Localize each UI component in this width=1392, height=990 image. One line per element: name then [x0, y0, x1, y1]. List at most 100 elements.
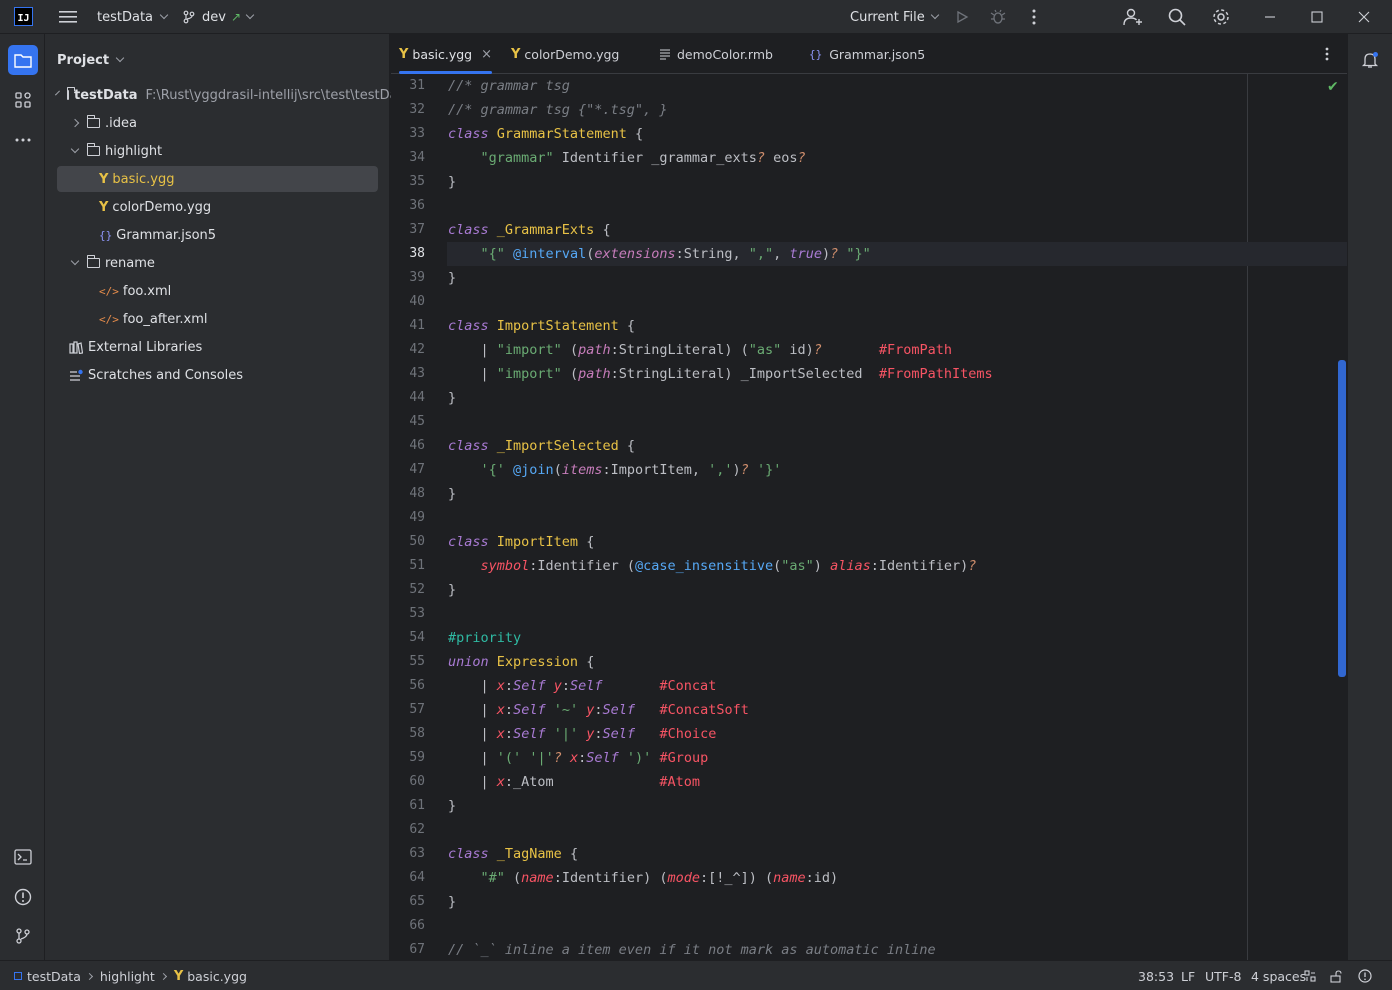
code-line[interactable]: class _GrammarExts { [447, 218, 1347, 242]
code-line[interactable]: } [447, 794, 1347, 818]
tree-item-file[interactable]: </> foo.xml [57, 278, 378, 304]
code-line[interactable] [447, 506, 1347, 530]
code-line[interactable]: "{" @interval(extensions:String, ",", tr… [447, 242, 1347, 266]
line-number[interactable]: 32 [391, 98, 447, 122]
git-icon[interactable] [8, 921, 38, 951]
project-switcher[interactable]: testData [97, 0, 169, 34]
close-window-icon[interactable] [1352, 5, 1376, 29]
tab-basic-ygg[interactable]: Y basic.ygg × [399, 34, 493, 74]
more-actions-icon[interactable] [1022, 5, 1046, 29]
project-panel-title[interactable]: Project [57, 34, 125, 86]
structure-tool-icon[interactable] [8, 85, 38, 115]
code-line[interactable]: class ImportStatement { [447, 314, 1347, 338]
tree-item-folder[interactable]: highlight [57, 138, 378, 164]
code-line[interactable]: | x:Self '|' y:Self #Choice [447, 722, 1347, 746]
code-line[interactable]: | "import" (path:StringLiteral) _ImportS… [447, 362, 1347, 386]
line-number[interactable]: 63 [391, 842, 447, 866]
code-line[interactable]: } [447, 170, 1347, 194]
code-line[interactable]: "grammar" Identifier _grammar_exts? eos? [447, 146, 1347, 170]
close-tab-icon[interactable]: × [481, 47, 492, 62]
line-number[interactable]: 62 [391, 818, 447, 842]
file-encoding[interactable]: UTF-8 [1205, 961, 1241, 990]
code-line[interactable]: | x:Self '~' y:Self #ConcatSoft [447, 698, 1347, 722]
breadcrumb-item[interactable]: basic.ygg [187, 969, 247, 984]
minimize-icon[interactable] [1258, 5, 1282, 29]
code-line[interactable]: class _TagName { [447, 842, 1347, 866]
caret-position[interactable]: 38:53 [1138, 961, 1174, 990]
code-line[interactable]: symbol:Identifier (@case_insensitive("as… [447, 554, 1347, 578]
settings-gear-icon[interactable] [1209, 5, 1233, 29]
code-line[interactable]: class GrammarStatement { [447, 122, 1347, 146]
code-line[interactable]: "#" (name:Identifier) (mode:[!_^]) (name… [447, 866, 1347, 890]
code-line[interactable]: //* grammar tsg [447, 74, 1347, 98]
line-number[interactable]: 51 [391, 554, 447, 578]
line-number[interactable]: 44 [391, 386, 447, 410]
tree-item-file[interactable]: {} Grammar.json5 [57, 222, 378, 248]
line-number[interactable]: 56 [391, 674, 447, 698]
line-number[interactable]: 61 [391, 794, 447, 818]
main-menu-icon[interactable] [56, 5, 80, 29]
expand-chevron-icon[interactable] [70, 256, 80, 266]
tree-item-file[interactable]: Y colorDemo.ygg [57, 194, 378, 220]
tab-democolor-rmb[interactable]: demoColor.rmb [659, 34, 773, 74]
line-number[interactable]: 35 [391, 170, 447, 194]
code-line[interactable]: '{' @join(items:ImportItem, ',')? '}' [447, 458, 1347, 482]
line-number[interactable]: 64 [391, 866, 447, 890]
line-number[interactable]: 46 [391, 434, 447, 458]
project-tool-icon[interactable] [8, 45, 38, 75]
tab-grammar-json5[interactable]: {} Grammar.json5 [809, 34, 925, 74]
code-line[interactable]: | '(' '|'? x:Self ')' #Group [447, 746, 1347, 770]
code-line[interactable]: union Expression { [447, 650, 1347, 674]
tab-colordemo-ygg[interactable]: Y colorDemo.ygg [511, 34, 619, 74]
tree-item-root[interactable]: testData F:\Rust\yggdrasil-intellij\src\… [55, 82, 411, 108]
code-line[interactable]: class _ImportSelected { [447, 434, 1347, 458]
line-number[interactable]: 53 [391, 602, 447, 626]
code-line[interactable]: } [447, 578, 1347, 602]
no-problems-check-icon[interactable]: ✔ [1327, 79, 1339, 95]
expand-chevron-icon[interactable] [55, 90, 60, 96]
code-line[interactable] [447, 290, 1347, 314]
line-number[interactable]: 66 [391, 914, 447, 938]
terminal-icon[interactable] [8, 842, 38, 872]
code-line[interactable] [447, 194, 1347, 218]
debug-icon[interactable] [986, 5, 1010, 29]
code-line[interactable]: //* grammar tsg {"*.tsg", } [447, 98, 1347, 122]
code-line[interactable]: // `_` inline a item even if it not mark… [447, 938, 1347, 960]
run-config-selector[interactable]: Current File [850, 0, 939, 34]
notifications-bell-icon[interactable] [1355, 45, 1385, 75]
vcs-branch-widget[interactable]: dev ↗ [182, 0, 255, 34]
line-number[interactable]: 38 [391, 242, 447, 266]
code-line[interactable]: | x:_Atom #Atom [447, 770, 1347, 794]
editor-scrollbar[interactable] [1338, 360, 1346, 677]
maximize-icon[interactable] [1305, 5, 1329, 29]
run-icon[interactable] [950, 5, 974, 29]
line-number[interactable]: 59 [391, 746, 447, 770]
line-number[interactable]: 36 [391, 194, 447, 218]
code-line[interactable]: } [447, 890, 1347, 914]
line-number[interactable]: 31 [391, 74, 447, 98]
code-line[interactable] [447, 410, 1347, 434]
line-number-gutter[interactable]: 31 32 33 34 35 36 37 38 39 40 41 42 43 44 45 46 47 48 49 50… [391, 74, 447, 960]
line-number[interactable]: 58 [391, 722, 447, 746]
line-number[interactable]: 67 [391, 938, 447, 960]
code-line[interactable]: #priority [447, 626, 1347, 650]
expand-chevron-icon[interactable] [70, 118, 80, 128]
read-only-lock-icon[interactable] [1330, 961, 1342, 990]
line-number[interactable]: 45 [391, 410, 447, 434]
expand-chevron-icon[interactable] [70, 144, 80, 154]
line-number[interactable]: 57 [391, 698, 447, 722]
code-line[interactable]: class ImportItem { [447, 530, 1347, 554]
code-line[interactable]: | x:Self y:Self #Concat [447, 674, 1347, 698]
tree-item-file[interactable]: </> foo_after.xml [57, 306, 378, 332]
line-number[interactable]: 52 [391, 578, 447, 602]
line-number[interactable]: 33 [391, 122, 447, 146]
code-editor[interactable]: 31 32 33 34 35 36 37 38 39 40 41 42 43 44 45 46 47 48 49 50… [391, 74, 1347, 960]
line-number[interactable]: 47 [391, 458, 447, 482]
line-number[interactable]: 34 [391, 146, 447, 170]
line-number[interactable]: 39 [391, 266, 447, 290]
tree-item-scratches[interactable]: Scratches and Consoles [57, 362, 378, 388]
tree-item-folder[interactable]: .idea [57, 110, 378, 136]
code-line[interactable]: } [447, 386, 1347, 410]
code-with-me-icon[interactable] [1121, 5, 1145, 29]
line-number[interactable]: 50 [391, 530, 447, 554]
